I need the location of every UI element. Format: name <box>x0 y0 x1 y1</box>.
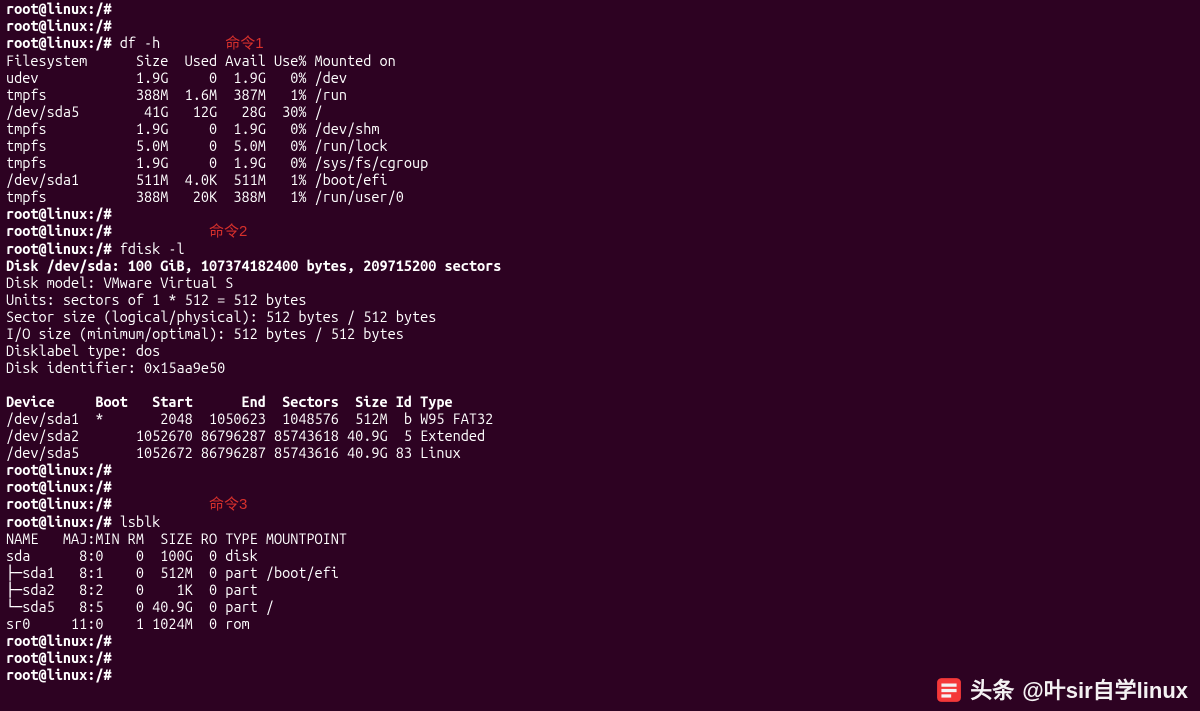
shell-prompt: root@linux:/# <box>6 34 112 51</box>
shell-prompt: root@linux:/# <box>6 513 112 530</box>
shell-prompt: root@linux:/# <box>6 495 112 512</box>
df-row: tmpfs 1.9G 0 1.9G 0% /sys/fs/cgroup <box>6 154 428 171</box>
df-row: tmpfs 388M 20K 388M 1% /run/user/0 <box>6 188 404 205</box>
shell-prompt: root@linux:/# <box>6 478 112 495</box>
watermark-handle: @叶sir自学linux <box>1022 682 1188 699</box>
lsblk-header: NAME MAJ:MIN RM SIZE RO TYPE MOUNTPOINT <box>6 530 347 547</box>
lsblk-row: sr0 11:0 1 1024M 0 rom <box>6 615 266 632</box>
shell-prompt: root@linux:/# <box>6 222 112 239</box>
shell-prompt: root@linux:/# <box>6 461 112 478</box>
fdisk-disklabel-id: Disk identifier: 0x15aa9e50 <box>6 359 225 376</box>
shell-prompt: root@linux:/# <box>6 666 112 683</box>
fdisk-partition-row: /dev/sda2 1052670 86796287 85743618 40.9… <box>6 427 485 444</box>
shell-prompt: root@linux:/# <box>6 17 112 34</box>
df-row: tmpfs 1.9G 0 1.9G 0% /dev/shm <box>6 120 380 137</box>
lsblk-row: ├─sda2 8:2 0 1K 0 part <box>6 581 266 598</box>
fdisk-io: I/O size (minimum/optimal): 512 bytes / … <box>6 325 404 342</box>
df-row: tmpfs 5.0M 0 5.0M 0% /run/lock <box>6 137 388 154</box>
df-row: tmpfs 388M 1.6M 387M 1% /run <box>6 86 347 103</box>
lsblk-row: sda 8:0 0 100G 0 disk <box>6 547 266 564</box>
fdisk-title: Disk /dev/sda: 100 GiB, 107374182400 byt… <box>6 257 501 274</box>
command-input: df -h <box>120 34 161 51</box>
df-header: Filesystem Size Used Avail Use% Mounted … <box>6 52 396 69</box>
fdisk-sector: Sector size (logical/physical): 512 byte… <box>6 308 436 325</box>
shell-prompt: root@linux:/# <box>6 649 112 666</box>
terminal-viewport[interactable]: root@linux:/# root@linux:/# root@linux:/… <box>0 0 1200 683</box>
df-row: udev 1.9G 0 1.9G 0% /dev <box>6 69 347 86</box>
annotation-label-3: 命令3 <box>209 496 247 513</box>
df-row: /dev/sda5 41G 12G 28G 30% / <box>6 103 323 120</box>
fdisk-partition-row: /dev/sda1 * 2048 1050623 1048576 512M b … <box>6 410 493 427</box>
shell-prompt: root@linux:/# <box>6 632 112 649</box>
lsblk-row: └─sda5 8:5 0 40.9G 0 part / <box>6 598 274 615</box>
fdisk-disklabel-type: Disklabel type: dos <box>6 342 160 359</box>
command-input: lsblk <box>120 513 161 530</box>
lsblk-row: ├─sda1 8:1 0 512M 0 part /boot/efi <box>6 564 339 581</box>
df-row: /dev/sda1 511M 4.0K 511M 1% /boot/efi <box>6 171 388 188</box>
platform-watermark: 头条 @叶sir自学linux <box>936 677 1188 703</box>
shell-prompt: root@linux:/# <box>6 240 112 257</box>
toutiao-logo-icon <box>936 677 962 703</box>
annotation-label-1: 命令1 <box>225 35 263 52</box>
fdisk-partition-header: Device Boot Start End Sectors Size Id Ty… <box>6 393 453 410</box>
command-input: fdisk -l <box>120 240 185 257</box>
fdisk-model: Disk model: VMware Virtual S <box>6 274 233 291</box>
fdisk-units: Units: sectors of 1 * 512 = 512 bytes <box>6 291 306 308</box>
annotation-label-2: 命令2 <box>209 223 247 240</box>
watermark-platform: 头条 <box>970 682 1014 699</box>
shell-prompt: root@linux:/# <box>6 0 112 17</box>
shell-prompt: root@linux:/# <box>6 205 112 222</box>
fdisk-partition-row: /dev/sda5 1052672 86796287 85743616 40.9… <box>6 444 461 461</box>
